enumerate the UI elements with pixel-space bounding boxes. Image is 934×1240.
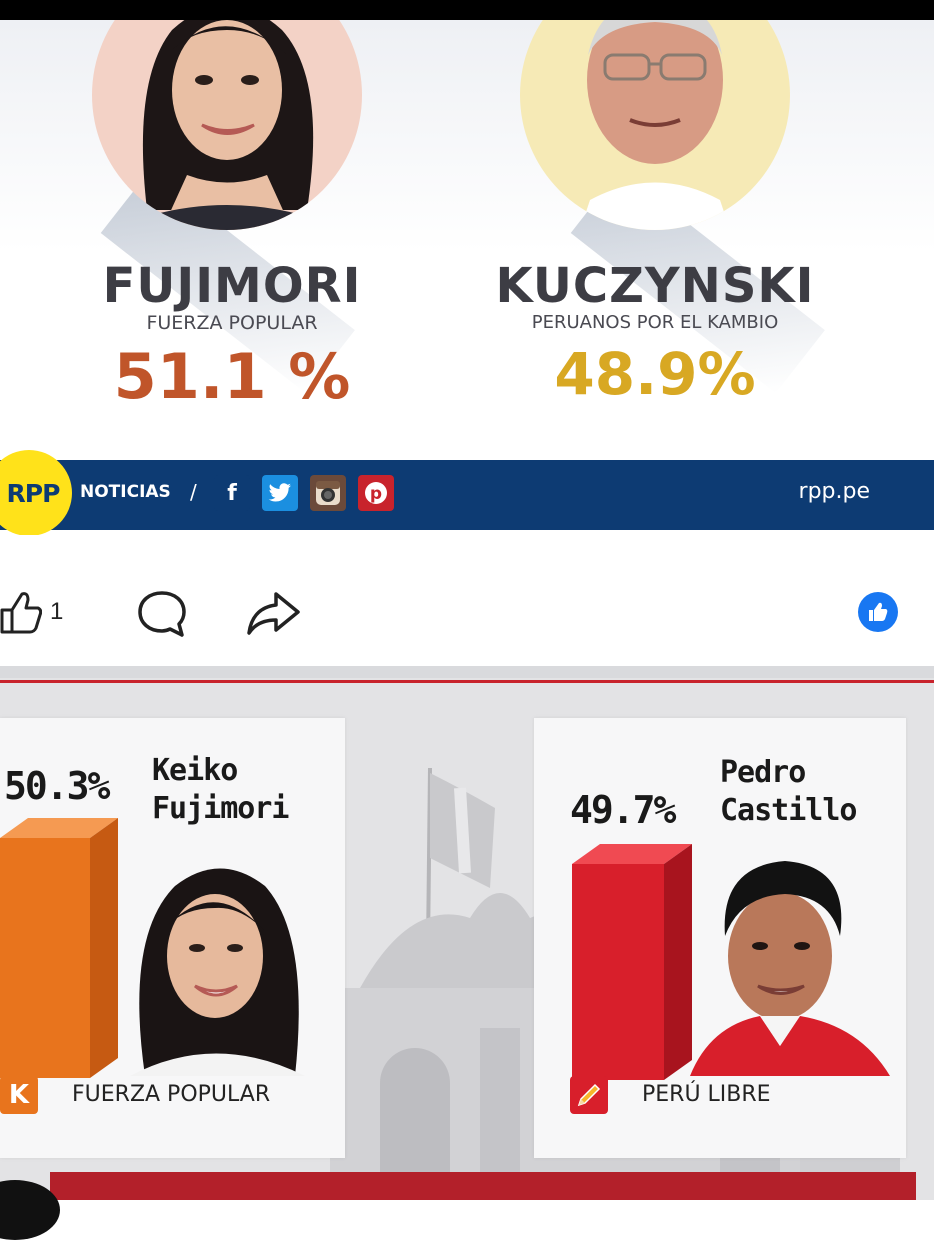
share-button[interactable] <box>246 590 300 636</box>
post-actions: 1 <box>0 560 934 660</box>
comment-icon <box>138 591 186 637</box>
like-icon <box>0 592 42 634</box>
pedro-castillo-photo <box>690 846 890 1076</box>
vote-bar <box>572 844 692 1080</box>
candidate-name: Pedro Castillo <box>720 755 857 828</box>
pinterest-icon: p <box>358 475 394 511</box>
candidate-percent: 51.1 % <box>113 340 351 413</box>
candidate-party: FUERZA POPULAR <box>146 312 318 334</box>
party-name: PERÚ LIBRE <box>642 1082 771 1107</box>
noticias-label: NOTICIAS <box>80 482 171 502</box>
candidate-percent: 49.7% <box>570 788 676 832</box>
instagram-icon <box>310 475 346 511</box>
status-bar <box>0 0 934 20</box>
post-divider <box>0 666 934 678</box>
rpp-brand-bar: RPP NOTICIAS / f p rpp.pe <box>0 450 934 535</box>
candidate-name: KUCZYNSKI <box>495 258 815 314</box>
election-2016-graphic: FUJIMORI FUERZA POPULAR 51.1 % KUCZYNSKI… <box>0 20 934 535</box>
keiko-fujimori-photo <box>115 846 315 1076</box>
kuczynski-photo <box>520 20 790 230</box>
header-red-line <box>0 680 934 683</box>
like-button[interactable]: 1 <box>0 590 63 634</box>
twitter-icon <box>262 475 298 511</box>
pencil-icon <box>570 1076 608 1114</box>
facebook-icon: f <box>214 475 250 511</box>
candidate-name: Keiko Fujimori <box>152 753 289 826</box>
candidate-percent: 50.3% <box>4 764 110 808</box>
comment-button[interactable] <box>137 590 187 638</box>
bottom-red-band <box>50 1172 916 1200</box>
candidate-party: PERUANOS POR EL KAMBIO <box>531 312 779 333</box>
facebook-like-reaction-icon <box>858 592 898 632</box>
vote-bar <box>0 818 118 1078</box>
fuerza-popular-logo: K <box>0 1076 38 1114</box>
share-icon <box>247 592 300 635</box>
candidate-percent: 48.9% <box>554 340 756 408</box>
election-2021-graphic: 50.3% Keiko Fujimori K FUERZA POPULAR 49… <box>0 678 934 1200</box>
svg-text:p: p <box>370 484 382 504</box>
party-name: FUERZA POPULAR <box>72 1082 271 1107</box>
rpp-url: rpp.pe <box>798 479 870 504</box>
separator: / <box>190 480 197 504</box>
like-count: 1 <box>50 598 64 625</box>
candidate-name: FUJIMORI <box>102 258 362 314</box>
